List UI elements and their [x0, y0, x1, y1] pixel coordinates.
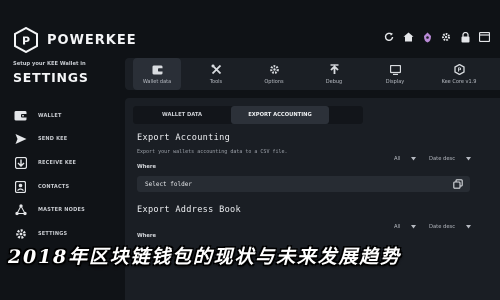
svg-text:P: P — [22, 35, 30, 48]
core-icon: P — [453, 64, 465, 76]
sidebar-item-master-nodes[interactable]: MASTER NODES — [0, 198, 120, 222]
masternodes-icon — [13, 203, 28, 218]
svg-text:P: P — [457, 68, 461, 74]
refresh-icon[interactable] — [383, 31, 395, 43]
sidebar-item-contacts[interactable]: CONTACTS — [0, 175, 120, 199]
display-icon — [389, 64, 401, 76]
options-icon — [268, 64, 280, 76]
export-address-book-title: Export Address Book — [137, 205, 242, 215]
tab-label: Tools — [209, 78, 223, 85]
tab-label: Wallet data — [142, 78, 172, 85]
settings-icon[interactable] — [440, 31, 452, 43]
filter-select[interactable]: All — [394, 224, 416, 230]
subtab-bar: WALLET DATA EXPORT ACCOUNTING — [133, 106, 363, 124]
filter-select[interactable]: All — [394, 156, 416, 162]
lock-icon[interactable] — [459, 31, 471, 43]
select-folder-text: Select folder — [145, 180, 192, 188]
wallet-status-icon[interactable] — [421, 31, 433, 43]
wallet-data-icon — [151, 64, 163, 76]
sidebar-item-label: SEND KEE — [38, 136, 68, 143]
chevron-down-icon — [411, 225, 416, 229]
tab-tools[interactable]: Tools — [193, 58, 239, 90]
setup-caption: Setup your KEE Wallet in — [13, 61, 86, 67]
subtab-export-accounting[interactable]: EXPORT ACCOUNTING — [231, 106, 329, 124]
sort-select-value: Date desc — [429, 156, 456, 162]
sort-select-value: Date desc — [429, 224, 456, 230]
powerkee-logo-icon: P — [14, 27, 38, 53]
debug-icon — [328, 64, 340, 76]
header-toolbar — [383, 31, 490, 43]
chevron-down-icon — [411, 157, 416, 161]
sidebar-item-label: CONTACTS — [38, 183, 70, 190]
copy-icon[interactable] — [453, 179, 463, 189]
home-icon[interactable] — [402, 31, 414, 43]
tab-options[interactable]: Options — [251, 58, 297, 90]
tab-debug[interactable]: Debug — [311, 58, 357, 90]
tab-wallet-data[interactable]: Wallet data — [133, 58, 181, 90]
settings-tabbar: Wallet data Tools Options Debug Display … — [125, 58, 500, 90]
export-accounting-description: Export your wallets accounting data to a… — [137, 149, 288, 155]
send-icon — [13, 132, 28, 147]
sidebar-item-send-kee[interactable]: SEND KEE — [0, 128, 120, 152]
tab-label: Display — [385, 78, 405, 85]
chevron-down-icon — [466, 225, 471, 229]
receive-icon — [13, 155, 28, 170]
filter-select-value: All — [394, 156, 401, 162]
tab-kee-core[interactable]: P Kee Core v1.9 — [431, 58, 487, 90]
subtab-wallet-data[interactable]: WALLET DATA — [133, 106, 231, 124]
sidebar-item-label: MASTER NODES — [38, 207, 85, 214]
chevron-down-icon — [466, 157, 471, 161]
overlay-caption: 2018年区块链钱包的现状与未来发展趋势 — [8, 245, 401, 268]
sidebar-item-label: WALLET — [38, 112, 62, 119]
brand-name: POWERKEE — [47, 32, 137, 48]
where-label: Where — [137, 164, 157, 170]
filter-select-value: All — [394, 224, 401, 230]
sidebar-item-receive-kee[interactable]: RECEIVE KEE — [0, 151, 120, 175]
sidebar-nav: WALLET SEND KEE RECEIVE KEE CONTACTS MAS… — [0, 104, 120, 246]
sort-select[interactable]: Date desc — [429, 156, 471, 162]
tab-display[interactable]: Display — [372, 58, 418, 90]
export-accounting-title: Export Accounting — [137, 133, 231, 143]
tab-label: Debug — [325, 78, 343, 85]
tools-icon — [210, 64, 222, 76]
select-folder-field[interactable]: Select folder — [137, 176, 470, 192]
window-icon[interactable] — [478, 31, 490, 43]
tab-label: Options — [264, 78, 284, 85]
sidebar-item-wallet[interactable]: WALLET — [0, 104, 120, 128]
sidebar-item-label: SETTINGS — [38, 230, 68, 237]
contacts-icon — [13, 179, 28, 194]
brand-logo[interactable]: P POWERKEE — [13, 27, 137, 53]
sidebar-item-label: RECEIVE KEE — [38, 159, 77, 166]
tab-label: Kee Core v1.9 — [441, 78, 477, 85]
page-title: SETTINGS — [13, 70, 89, 85]
wallet-icon — [13, 108, 28, 123]
sort-select[interactable]: Date desc — [429, 224, 471, 230]
where-label: Where — [137, 233, 157, 239]
